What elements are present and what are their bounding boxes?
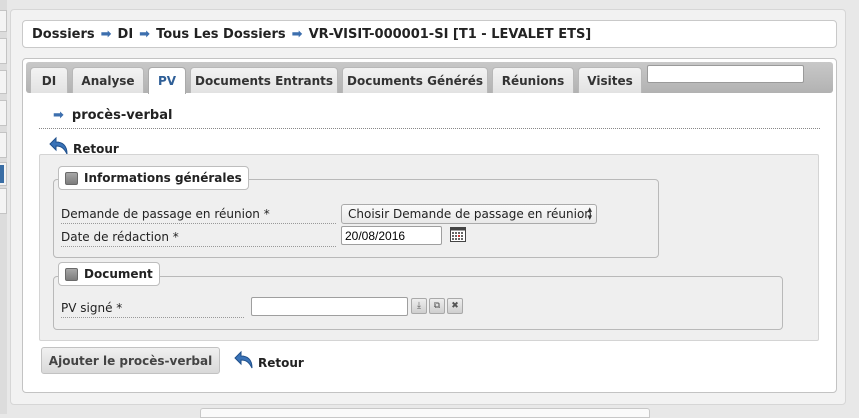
collapse-toggle-icon bbox=[65, 171, 78, 185]
clear-icon[interactable]: ✖ bbox=[447, 298, 463, 314]
sidebar-edge-item[interactable] bbox=[0, 188, 7, 214]
upload-window-icon[interactable]: ⧉ bbox=[429, 298, 445, 314]
arrow-right-icon: ➡ bbox=[139, 26, 151, 42]
tab-documents-generes[interactable]: Documents Générés bbox=[342, 67, 488, 93]
demande-label: Demande de passage en réunion * bbox=[61, 207, 336, 224]
sidebar-edge-item[interactable] bbox=[0, 100, 7, 126]
sidebar-active-marker bbox=[0, 165, 4, 183]
tab-documents-entrants[interactable]: Documents Entrants bbox=[190, 67, 338, 93]
breadcrumb-item-di[interactable]: DI bbox=[118, 27, 134, 42]
date-redaction-input[interactable] bbox=[341, 226, 442, 245]
sidebar-edge-item[interactable] bbox=[0, 38, 7, 64]
breadcrumb: Dossiers ➡ DI ➡ Tous Les Dossiers ➡ VR-V… bbox=[22, 20, 837, 48]
retour-label: Retour bbox=[258, 356, 304, 370]
arrow-right-icon: ➡ bbox=[53, 108, 64, 123]
left-sidebar-edge bbox=[0, 0, 7, 414]
tab-di[interactable]: DI bbox=[30, 67, 68, 93]
arrow-right-icon: ➡ bbox=[291, 26, 303, 42]
tab-reunions[interactable]: Réunions bbox=[492, 67, 574, 93]
calendar-icon[interactable] bbox=[450, 226, 466, 242]
tab-pv[interactable]: PV bbox=[148, 67, 186, 94]
date-redaction-label: Date de rédaction * bbox=[61, 230, 336, 247]
legend-document[interactable]: Document bbox=[58, 262, 160, 286]
sidebar-edge-item[interactable] bbox=[0, 132, 7, 158]
tab-visites[interactable]: Visites bbox=[578, 67, 642, 93]
download-icon[interactable]: ⤓ bbox=[411, 298, 427, 314]
footer-panel-edge bbox=[200, 408, 650, 418]
ajouter-proces-verbal-button[interactable]: Ajouter le procès-verbal bbox=[41, 347, 220, 374]
retour-link-bottom[interactable]: Retour bbox=[233, 350, 304, 370]
back-arrow-icon bbox=[234, 350, 253, 369]
sidebar-edge-item[interactable] bbox=[0, 10, 7, 32]
collapse-toggle-icon bbox=[65, 267, 78, 281]
legend-text: Document bbox=[84, 267, 153, 281]
retour-link-top[interactable]: Retour bbox=[48, 136, 119, 156]
tab-search-input[interactable] bbox=[647, 65, 804, 83]
pv-signe-label: PV signé * bbox=[61, 301, 244, 318]
form-panel: Informations générales Demande de passag… bbox=[39, 154, 819, 341]
back-arrow-icon bbox=[49, 136, 68, 155]
legend-text: Informations générales bbox=[84, 171, 242, 185]
legend-informations-generales[interactable]: Informations générales bbox=[58, 166, 249, 190]
demande-select-value: Choisir Demande de passage en réunion bbox=[348, 207, 592, 221]
title-divider bbox=[39, 128, 820, 129]
select-arrows-icon: ▴ ▾ bbox=[587, 205, 592, 223]
section-title-text: procès-verbal bbox=[71, 108, 173, 123]
pv-signe-input[interactable] bbox=[251, 297, 408, 316]
arrow-right-icon: ➡ bbox=[100, 26, 112, 42]
breadcrumb-item-dossiers[interactable]: Dossiers bbox=[32, 27, 95, 42]
main-panel: DI Analyse PV Documents Entrants Documen… bbox=[22, 58, 837, 393]
sidebar-edge-item[interactable] bbox=[0, 70, 7, 94]
tab-bar: DI Analyse PV Documents Entrants Documen… bbox=[26, 62, 833, 94]
section-title: ➡ procès-verbal bbox=[53, 108, 172, 123]
tab-analyse[interactable]: Analyse bbox=[72, 67, 144, 93]
demande-select[interactable]: Choisir Demande de passage en réunion ▴ ▾ bbox=[341, 204, 597, 224]
breadcrumb-item-dossier: VR-VISIT-000001-SI [T1 - LEVALET ETS] bbox=[308, 26, 592, 42]
breadcrumb-item-tous-les-dossiers[interactable]: Tous Les Dossiers bbox=[156, 27, 286, 42]
